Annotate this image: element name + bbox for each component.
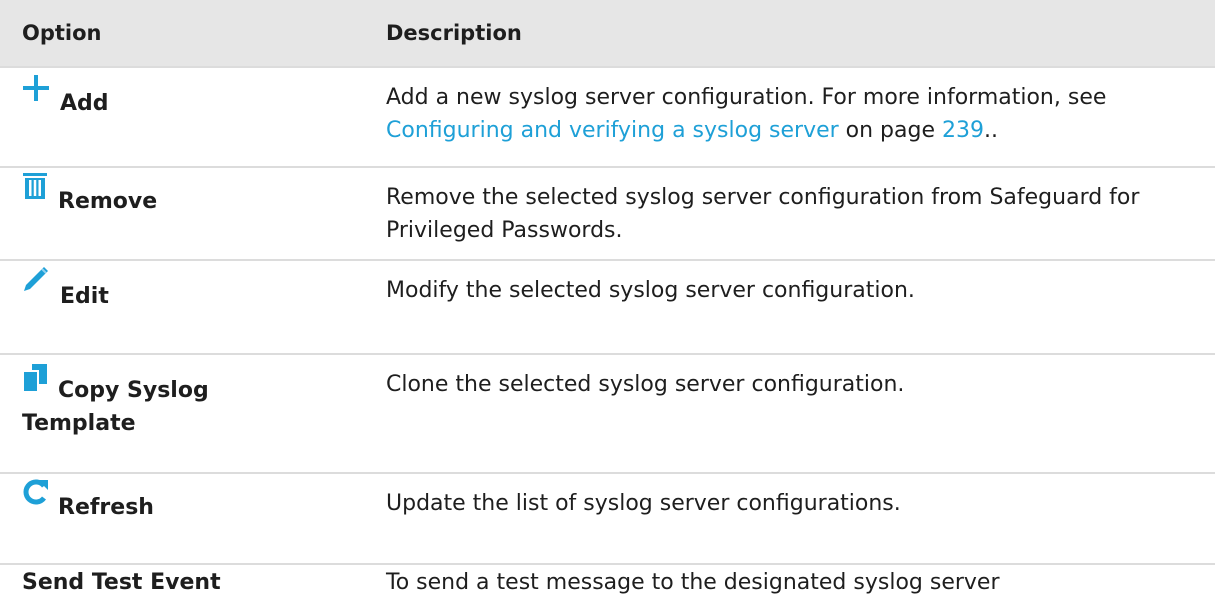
option-label: Refresh bbox=[58, 495, 154, 520]
option-cell: Add bbox=[0, 66, 344, 167]
copy-icon bbox=[22, 364, 47, 393]
section-link[interactable]: Configuring and verifying a syslog serve… bbox=[386, 118, 839, 143]
table-row: Add Add a new syslog server configuratio… bbox=[0, 66, 1215, 167]
option-label: Remove bbox=[58, 189, 158, 214]
option-cell: Send Test Event bbox=[0, 563, 344, 602]
option-label: Edit bbox=[60, 284, 109, 309]
option-cell: Edit bbox=[0, 259, 344, 354]
description-cell: Update the list of syslog server configu… bbox=[344, 472, 1215, 564]
table-row: Refresh Update the list of syslog server… bbox=[0, 472, 1215, 564]
description-text: on page bbox=[838, 118, 943, 143]
header-option: Option bbox=[0, 0, 344, 67]
description-text: Add a new syslog server configuration. F… bbox=[386, 85, 1107, 110]
option-cell: Refresh bbox=[0, 472, 344, 564]
option-label: Send Test Event bbox=[22, 570, 221, 595]
pencil-icon bbox=[24, 267, 48, 291]
option-cell: Copy Syslog Template bbox=[0, 353, 344, 473]
option-label-line2: Template bbox=[22, 411, 136, 436]
description-cell: Add a new syslog server configuration. F… bbox=[344, 66, 1215, 167]
page-link[interactable]: 239 bbox=[942, 118, 984, 143]
description-cell: Clone the selected syslog server configu… bbox=[344, 353, 1215, 473]
options-table: Option Description Add Add a new syslog … bbox=[0, 0, 1215, 602]
option-label: Add bbox=[60, 91, 109, 116]
trash-icon bbox=[23, 173, 47, 199]
table-header-row: Option Description bbox=[0, 0, 1215, 67]
header-description: Description bbox=[344, 0, 1215, 67]
table-row: Copy Syslog Template Clone the selected … bbox=[0, 353, 1215, 473]
refresh-icon bbox=[23, 479, 48, 505]
option-label-line1: Copy Syslog bbox=[58, 378, 209, 403]
description-text: .. bbox=[984, 118, 999, 143]
plus-icon bbox=[23, 75, 49, 101]
table-row: Send Test Event To send a test message t… bbox=[0, 563, 1215, 602]
table-row: Edit Modify the selected syslog server c… bbox=[0, 259, 1215, 354]
description-cell: Remove the selected syslog server config… bbox=[344, 166, 1215, 260]
table-row: Remove Remove the selected syslog server… bbox=[0, 166, 1215, 260]
description-cell: Modify the selected syslog server config… bbox=[344, 259, 1215, 354]
option-cell: Remove bbox=[0, 166, 344, 260]
description-cell: To send a test message to the designated… bbox=[344, 563, 1215, 602]
